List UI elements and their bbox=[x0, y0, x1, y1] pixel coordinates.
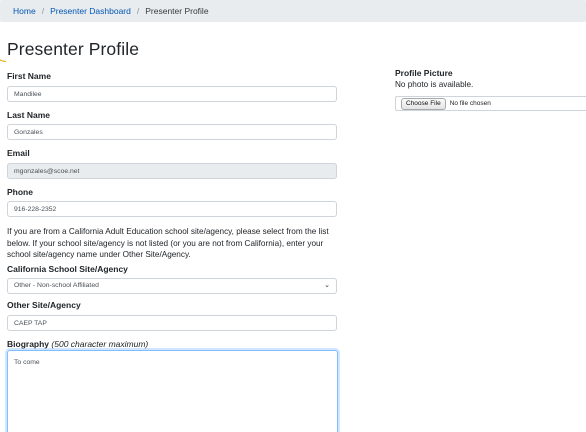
breadcrumb-separator: / bbox=[136, 6, 140, 16]
breadcrumb-current: Presenter Profile bbox=[145, 6, 209, 16]
page-title: Presenter Profile bbox=[7, 39, 140, 59]
choose-file-button[interactable]: Choose File bbox=[401, 97, 446, 110]
school-site-selected-value: Other - Non-school Affiliated bbox=[14, 282, 99, 289]
last-name-input[interactable] bbox=[7, 124, 337, 140]
decorative-arc bbox=[0, 50, 6, 62]
school-site-select[interactable]: Other - Non-school Affiliated ⌄ bbox=[7, 278, 337, 294]
other-site-input[interactable] bbox=[7, 315, 337, 331]
site-help-text: If you are from a California Adult Educa… bbox=[7, 227, 329, 259]
biography-label: Biography (500 character maximum) bbox=[7, 339, 148, 349]
email-label: Email bbox=[7, 148, 30, 158]
breadcrumb: Home / Presenter Dashboard / Presenter P… bbox=[0, 0, 586, 22]
profile-picture-label: Profile Picture bbox=[395, 68, 453, 78]
biography-hint: (500 character maximum) bbox=[51, 339, 149, 349]
chevron-down-icon: ⌄ bbox=[324, 282, 330, 289]
other-site-label: Other Site/Agency bbox=[7, 300, 81, 310]
profile-picture-status: No photo is available. bbox=[395, 80, 474, 89]
school-site-label: California School Site/Agency bbox=[7, 264, 128, 274]
file-status-text: No file chosen bbox=[449, 100, 491, 107]
phone-label: Phone bbox=[7, 187, 33, 197]
profile-picture-file-input[interactable]: Choose File No file chosen bbox=[395, 96, 586, 111]
breadcrumb-separator: / bbox=[41, 6, 45, 16]
first-name-input[interactable] bbox=[7, 86, 337, 102]
last-name-label: Last Name bbox=[7, 110, 50, 120]
biography-label-text: Biography bbox=[7, 339, 50, 349]
breadcrumb-home-link[interactable]: Home bbox=[13, 6, 36, 16]
email-input[interactable] bbox=[7, 163, 337, 179]
phone-input[interactable] bbox=[7, 201, 337, 217]
breadcrumb-presenter-dashboard-link[interactable]: Presenter Dashboard bbox=[50, 6, 131, 16]
first-name-label: First Name bbox=[7, 71, 51, 81]
biography-textarea[interactable]: To come bbox=[7, 350, 338, 432]
